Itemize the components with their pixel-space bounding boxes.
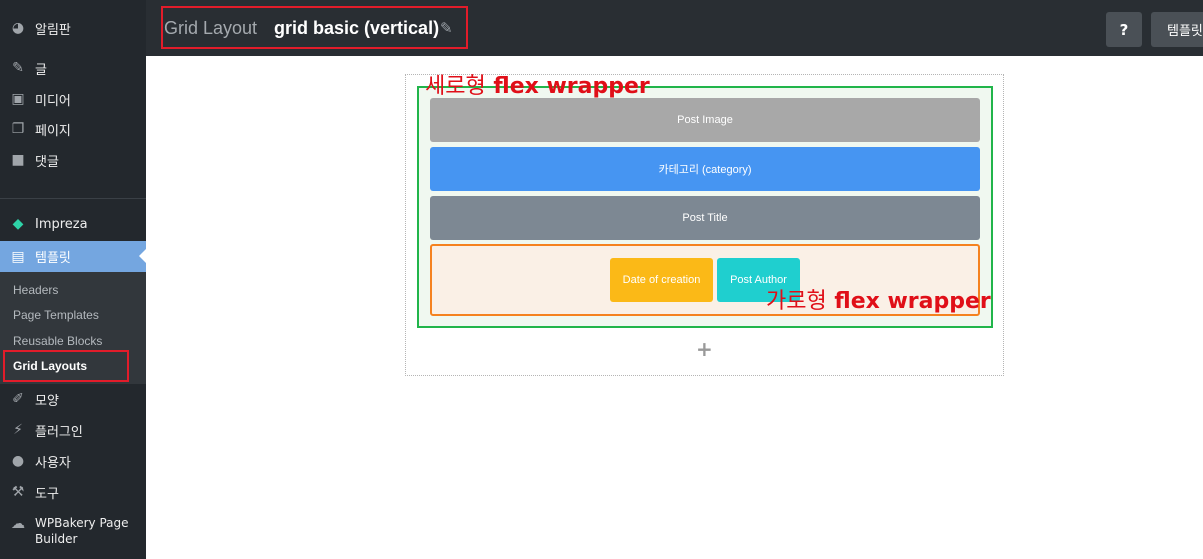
vertical-wrapper-annotation: 세로형 flex wrapper (425, 68, 650, 100)
menu-wpbakery-line2: Builder (35, 532, 78, 546)
brush-icon: ✐ (12, 391, 24, 407)
vertical-annotation-kr: 세로형 (425, 74, 486, 99)
menu-media[interactable]: ▣ 미디어 (0, 85, 146, 113)
menu-wpbakery-label: WPBakery Page Builder (35, 515, 129, 547)
menu-posts[interactable]: ✎ 글 (0, 54, 146, 82)
template-icon: ▤ (11, 248, 25, 265)
menu-wpbakery-line1: WPBakery Page (35, 516, 129, 530)
menu-pages-label: 페이지 (35, 123, 71, 139)
menu-tools-label: 도구 (35, 486, 59, 502)
highlight-grid-layouts (3, 350, 129, 382)
submenu-reusable-blocks[interactable]: Reusable Blocks (13, 334, 102, 348)
active-indicator (139, 249, 146, 263)
submenu-headers[interactable]: Headers (13, 283, 58, 297)
comment-icon: ■ (11, 152, 25, 168)
menu-dashboard[interactable]: ◕ 알림판 (0, 14, 146, 42)
menu-appearance-label: 모양 (35, 393, 59, 409)
post-image-block[interactable]: Post Image (430, 98, 980, 142)
menu-pages[interactable]: ❐ 페이지 (0, 115, 146, 143)
category-block[interactable]: 카테고리 (category) (430, 147, 980, 191)
menu-users[interactable]: ● 사용자 (0, 447, 146, 475)
menu-impreza[interactable]: ◆ Impreza (0, 210, 146, 238)
admin-sidebar: ◕ 알림판 ✎ 글 ▣ 미디어 ❐ 페이지 ■ 댓글 ◆ Impreza ▤ 템… (0, 0, 146, 559)
horizontal-annotation-en: flex wrapper (834, 289, 991, 314)
menu-separator (0, 198, 146, 199)
cloud-icon: ☁ (11, 516, 25, 532)
submenu-page-templates[interactable]: Page Templates (13, 308, 99, 322)
menu-plugins[interactable]: ⚡ 플러그인 (0, 416, 146, 444)
menu-dashboard-label: 알림판 (35, 22, 71, 38)
vertical-annotation-en: flex wrapper (493, 74, 650, 99)
pin-icon: ✎ (12, 60, 24, 76)
menu-appearance[interactable]: ✐ 모양 (0, 385, 146, 413)
menu-tools[interactable]: ⚒ 도구 (0, 478, 146, 506)
post-title-block[interactable]: Post Title (430, 196, 980, 240)
diamond-icon: ◆ (12, 216, 24, 232)
horizontal-wrapper-annotation: 가로형 flex wrapper (766, 283, 991, 315)
add-element-button[interactable]: + (696, 337, 713, 361)
highlight-layout-title (161, 6, 468, 49)
help-button[interactable]: ? (1106, 12, 1142, 47)
menu-templates[interactable]: ▤ 템플릿 (0, 241, 146, 272)
menu-comments[interactable]: ■ 댓글 (0, 146, 146, 174)
pages-icon: ❐ (11, 121, 25, 137)
menu-comments-label: 댓글 (35, 154, 59, 170)
menu-wpbakery[interactable]: ☁ WPBakery Page Builder (0, 510, 146, 550)
menu-media-label: 미디어 (35, 93, 71, 109)
media-icon: ▣ (11, 91, 25, 107)
menu-templates-label: 템플릿 (35, 251, 71, 266)
plug-icon: ⚡ (13, 422, 23, 438)
dashboard-icon: ◕ (11, 20, 25, 36)
menu-users-label: 사용자 (35, 455, 71, 471)
wrench-icon: ⚒ (11, 484, 25, 500)
menu-posts-label: 글 (35, 62, 47, 78)
templates-button[interactable]: 템플릿 (1151, 12, 1203, 47)
menu-plugins-label: 플러그인 (35, 424, 83, 440)
date-block[interactable]: Date of creation (610, 258, 713, 302)
user-icon: ● (11, 453, 25, 469)
menu-impreza-label: Impreza (35, 216, 88, 232)
horizontal-annotation-kr: 가로형 (766, 289, 827, 314)
